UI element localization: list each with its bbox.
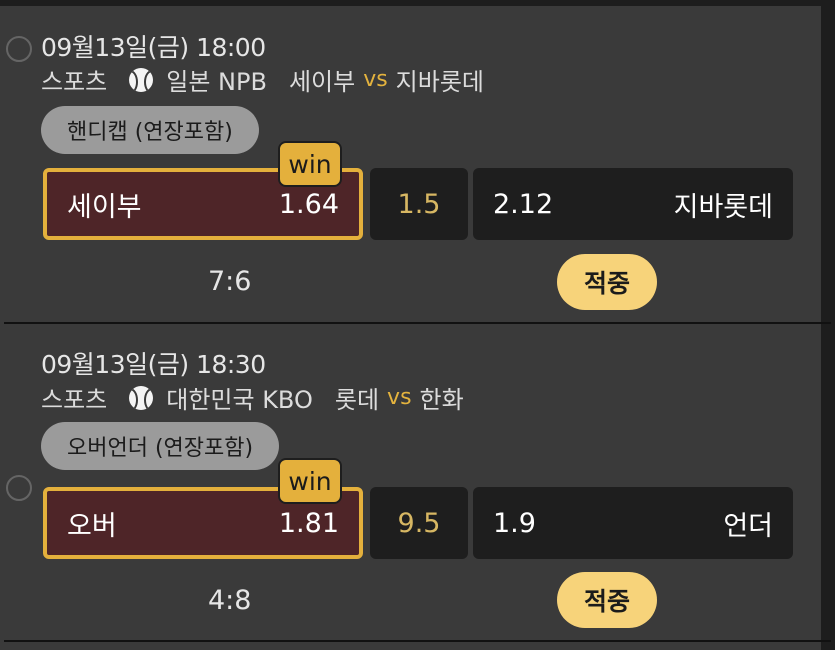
match-info: 스포츠 일본 NPB 세이부 vs 지바롯데: [41, 62, 484, 97]
league-name: 일본 NPB: [166, 68, 267, 96]
total-line: 9.5: [370, 487, 468, 559]
league-name: 대한민국 KBO: [166, 386, 313, 414]
match-datetime: 09월13일(금) 18:00: [41, 33, 266, 62]
match-datetime: 09월13일(금) 18:30: [41, 350, 266, 379]
away-team: 한화: [419, 386, 464, 414]
selection-label: 세이부: [67, 191, 142, 223]
market-type-pill: 오버언더 (연장포함): [41, 422, 280, 470]
handicap-line: 1.5: [370, 168, 468, 240]
selection-odds: 1.64: [278, 188, 339, 220]
home-team: 세이부: [288, 68, 356, 96]
match-info: 스포츠 대한민국 KBO 롯데 vs 한화: [41, 380, 464, 415]
opposite-odds: 1.9: [493, 507, 536, 539]
bet-separator: [4, 640, 831, 642]
selection-odds: 1.81: [278, 507, 339, 539]
opposite-label: 지바롯데: [673, 191, 773, 223]
baseball-icon: [129, 385, 154, 410]
top-divider: [0, 0, 835, 6]
watermark-icon: [6, 475, 32, 501]
market-type-pill: 핸디캡 (연장포함): [41, 106, 259, 154]
line-value: 9.5: [397, 507, 441, 539]
away-team: 지바롯데: [395, 68, 484, 96]
result-badge: 적중: [557, 254, 657, 310]
opposite-label: 언더: [723, 510, 773, 542]
final-score: 7:6: [208, 266, 252, 297]
opposite-odds-button[interactable]: 1.9 언더: [473, 487, 793, 559]
final-score: 4:8: [208, 585, 252, 616]
scrollbar-track[interactable]: [821, 0, 835, 650]
vs-label: vs: [363, 67, 388, 92]
win-badge: win: [278, 458, 342, 504]
baseball-icon: [129, 67, 154, 92]
category-label: 스포츠: [41, 68, 108, 96]
opposite-odds: 2.12: [493, 188, 554, 220]
category-label: 스포츠: [41, 386, 108, 414]
result-badge: 적중: [557, 572, 657, 628]
home-team: 롯데: [334, 386, 380, 414]
win-badge: win: [278, 141, 342, 187]
selection-label: 오버: [67, 510, 117, 542]
opposite-odds-button[interactable]: 2.12 지바롯데: [473, 168, 793, 240]
line-value: 1.5: [397, 188, 441, 220]
watermark-icon: [6, 36, 32, 62]
bet-separator: [4, 322, 831, 324]
vs-label: vs: [387, 385, 412, 410]
